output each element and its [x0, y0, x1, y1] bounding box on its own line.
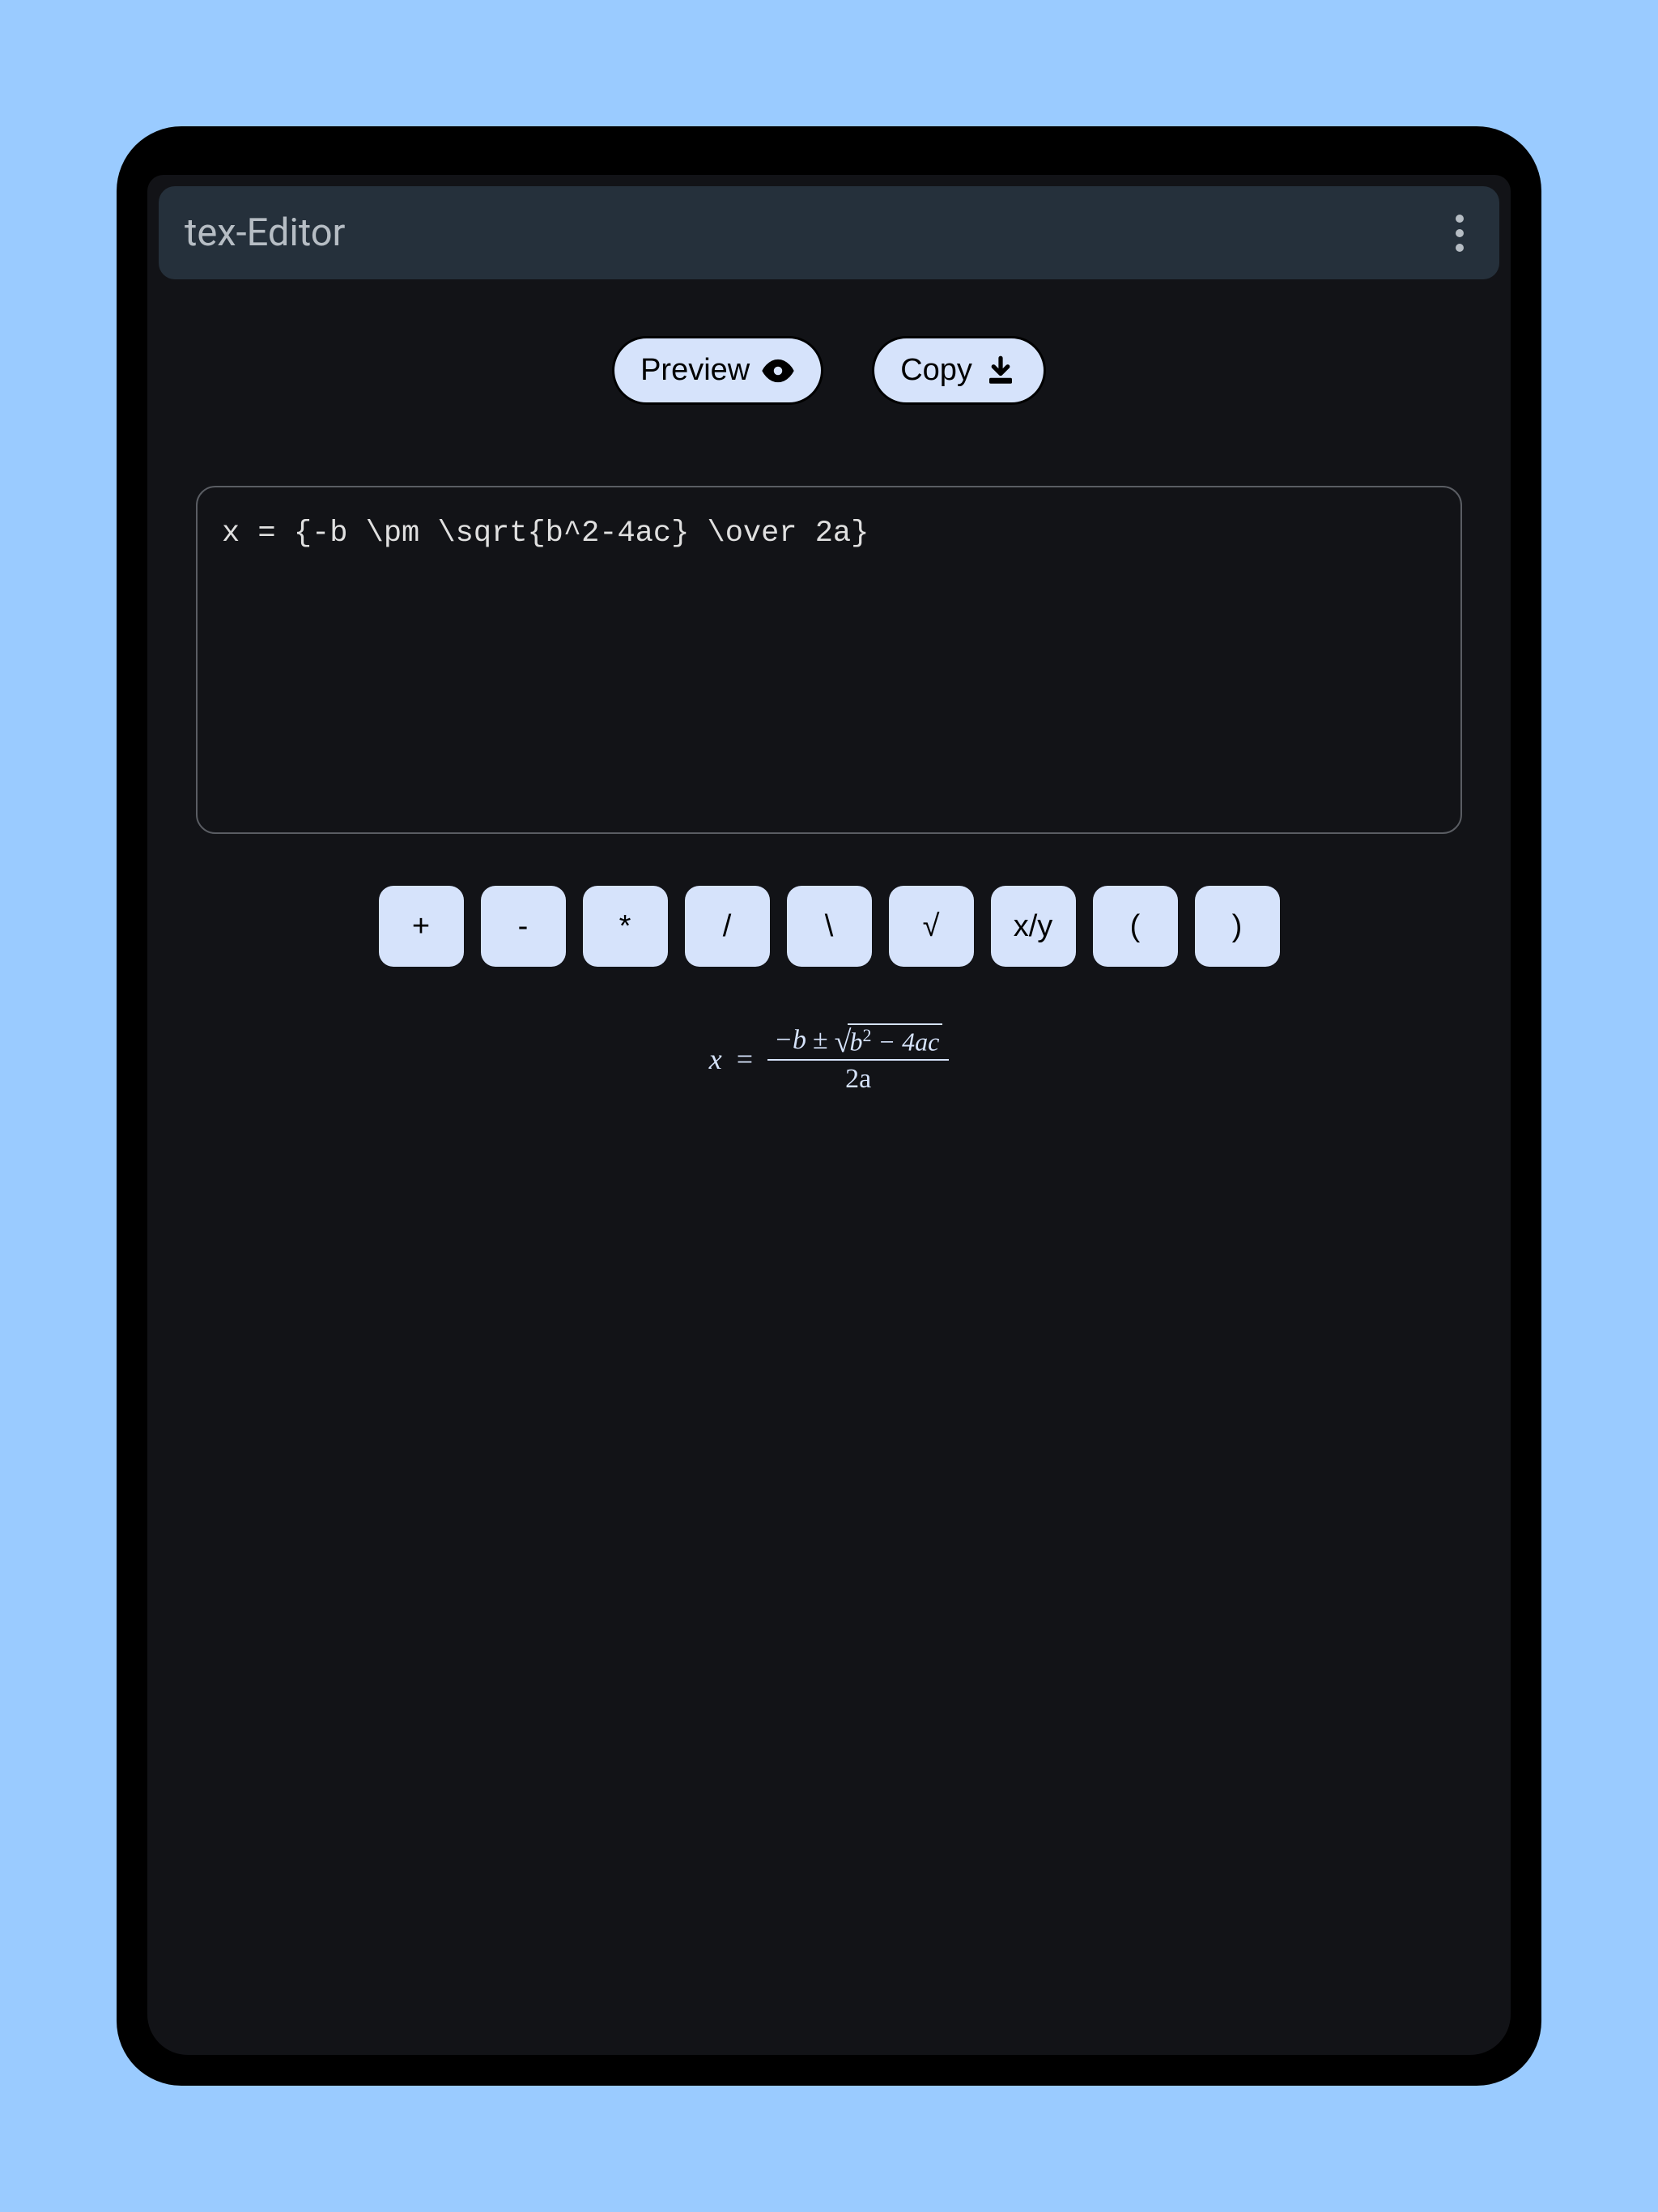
kebab-dot-icon [1456, 229, 1464, 237]
app-title: tex-Editor [185, 211, 345, 255]
tablet-screen: tex-Editor Preview Copy [147, 175, 1511, 2055]
symbol-sqrt-button[interactable]: √ [889, 886, 974, 967]
tablet-frame: tex-Editor Preview Copy [117, 126, 1541, 2086]
symbol-slash-button[interactable]: / [685, 886, 770, 967]
fraction-numerator: −b ± √ b2 − 4ac [767, 1023, 949, 1059]
math-fraction: −b ± √ b2 − 4ac 2a [767, 1023, 949, 1095]
tex-source-input[interactable] [196, 486, 1462, 834]
symbol-minus-button[interactable]: - [481, 886, 566, 967]
denominator-value: 2a [845, 1064, 871, 1094]
action-buttons: Preview Copy [196, 336, 1462, 405]
download-icon [984, 354, 1018, 388]
copy-button[interactable]: Copy [872, 336, 1046, 405]
preview-render: x = −b ± √ b2 − 4ac [196, 1015, 1462, 1103]
radicand-b: b [849, 1027, 862, 1057]
symbol-toolbar: + - * / \ √ x/y ( ) [196, 886, 1462, 967]
math-lhs: x [709, 1042, 722, 1076]
numerator-minus-b: −b [774, 1025, 806, 1056]
plus-minus-sign: ± [813, 1025, 828, 1056]
more-options-button[interactable] [1446, 205, 1473, 262]
math-equation: x = −b ± √ b2 − 4ac [709, 1023, 950, 1095]
radicand-exponent: 2 [862, 1025, 871, 1045]
eye-icon [761, 354, 795, 388]
preview-button[interactable]: Preview [612, 336, 823, 405]
symbol-close-paren-button[interactable]: ) [1195, 886, 1280, 967]
copy-button-label: Copy [900, 353, 972, 388]
preview-button-label: Preview [640, 353, 750, 388]
symbol-fraction-button[interactable]: x/y [991, 886, 1076, 967]
math-equals: = [737, 1042, 753, 1076]
fraction-denominator: 2a [845, 1061, 871, 1095]
symbol-asterisk-button[interactable]: * [583, 886, 668, 967]
kebab-dot-icon [1456, 244, 1464, 252]
radicand-tail: − 4ac [871, 1027, 939, 1057]
content-area: Preview Copy + - * [147, 291, 1511, 1148]
sqrt-expression: √ b2 − 4ac [835, 1023, 943, 1057]
symbol-open-paren-button[interactable]: ( [1093, 886, 1178, 967]
symbol-backslash-button[interactable]: \ [787, 886, 872, 967]
kebab-dot-icon [1456, 215, 1464, 223]
radicand: b2 − 4ac [848, 1023, 942, 1057]
symbol-plus-button[interactable]: + [379, 886, 464, 967]
app-bar: tex-Editor [159, 186, 1499, 279]
